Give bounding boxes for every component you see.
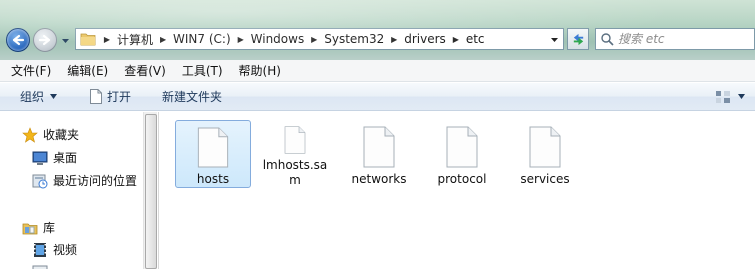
command-bar: 组织 打开 新建文件夹 [0, 83, 755, 111]
address-bar[interactable]: ▶ 计算机 ▶ WIN7 (C:) ▶ Windows ▶ System32 ▶… [75, 28, 564, 50]
menu-view[interactable]: 查看(V) [119, 62, 171, 79]
back-button[interactable] [6, 28, 30, 52]
open-label: 打开 [107, 90, 132, 104]
nav-pictures-partial[interactable] [32, 264, 53, 269]
blank-file-icon [446, 126, 478, 168]
file-item-services[interactable]: services [507, 120, 583, 188]
search-box[interactable] [595, 28, 755, 50]
menu-edit[interactable]: 编辑(E) [62, 62, 113, 79]
video-icon [34, 242, 46, 257]
breadcrumb-separator[interactable]: ▶ [387, 35, 401, 44]
refresh-icon [573, 33, 583, 45]
navigation-pane-scrollbar[interactable] [143, 112, 157, 269]
breadcrumb-computer[interactable]: 计算机 [114, 31, 156, 48]
breadcrumb-windows[interactable]: Windows [248, 32, 308, 46]
nav-libraries[interactable]: 库 [22, 219, 55, 236]
search-input[interactable] [618, 32, 748, 46]
library-icon [22, 223, 38, 234]
nav-desktop[interactable]: 桌面 [32, 149, 77, 166]
file-name: protocol [437, 172, 487, 186]
new-folder-label: 新建文件夹 [162, 90, 223, 104]
blank-file-icon [529, 126, 561, 168]
breadcrumb-etc[interactable]: etc [463, 32, 488, 46]
view-options-dropdown[interactable] [738, 94, 745, 99]
recent-pages-dropdown[interactable] [61, 36, 70, 45]
arrow-right-icon [38, 34, 51, 46]
file-name: lmhosts.sa m [262, 158, 328, 187]
new-folder-button[interactable]: 新建文件夹 [156, 86, 228, 108]
change-view-icon[interactable] [715, 89, 731, 105]
folder-icon [80, 33, 96, 46]
breadcrumb-separator[interactable]: ▶ [307, 35, 321, 44]
menu-help[interactable]: 帮助(H) [234, 62, 286, 79]
file-name: networks [351, 172, 407, 186]
forward-button[interactable] [33, 28, 57, 52]
nav-videos-label: 视频 [53, 243, 78, 257]
blank-file-icon [284, 126, 306, 154]
star-icon [22, 126, 38, 143]
blank-file-icon [363, 126, 395, 168]
breadcrumb-separator[interactable]: ▶ [100, 35, 114, 44]
file-item-hosts[interactable]: hosts [175, 120, 251, 188]
file-name: hosts [196, 172, 230, 186]
menu-tools[interactable]: 工具(T) [177, 62, 228, 79]
breadcrumb-drivers[interactable]: drivers [401, 32, 449, 46]
breadcrumb-drive-c[interactable]: WIN7 (C:) [170, 32, 234, 46]
organize-button[interactable]: 组织 [14, 86, 63, 108]
address-history-dropdown[interactable] [550, 35, 559, 44]
nav-favorites-label: 收藏夹 [43, 128, 80, 142]
chevron-down-icon [50, 94, 58, 99]
picture-icon [32, 265, 48, 269]
nav-desktop-label: 桌面 [53, 151, 78, 165]
file-name: services [520, 172, 570, 186]
open-button[interactable]: 打开 [84, 86, 137, 108]
arrow-left-icon [12, 34, 25, 46]
organize-label: 组织 [20, 90, 45, 104]
file-item-networks[interactable]: networks [341, 120, 417, 188]
recent-places-icon [32, 174, 48, 188]
menu-bar: 文件(F) 编辑(E) 查看(V) 工具(T) 帮助(H) [0, 60, 755, 82]
nav-videos[interactable]: 视频 [32, 241, 77, 258]
breadcrumb-system32[interactable]: System32 [321, 32, 387, 46]
navigation-bar: ▶ 计算机 ▶ WIN7 (C:) ▶ Windows ▶ System32 ▶… [0, 0, 755, 60]
pane-splitter[interactable] [158, 112, 159, 269]
menu-file[interactable]: 文件(F) [6, 62, 56, 79]
navigation-pane: 收藏夹 桌面 最近访问的位置 库 视频 [0, 112, 160, 269]
file-item-lmhosts[interactable]: lmhosts.sa m [257, 120, 333, 188]
nav-libraries-label: 库 [43, 221, 56, 235]
breadcrumb-separator[interactable]: ▶ [234, 35, 248, 44]
scrollbar-thumb[interactable] [145, 114, 157, 269]
desktop-icon [32, 151, 48, 165]
file-list: hosts lmhosts.sa m networks protocol ser… [160, 112, 755, 269]
blank-file-icon [197, 127, 229, 168]
refresh-button[interactable] [567, 28, 589, 50]
breadcrumb-separator[interactable]: ▶ [156, 35, 170, 44]
nav-recent-places-label: 最近访问的位置 [53, 174, 138, 188]
search-icon [601, 33, 614, 46]
breadcrumb-separator[interactable]: ▶ [449, 35, 463, 44]
file-item-protocol[interactable]: protocol [424, 120, 500, 188]
nav-favorites[interactable]: 收藏夹 [22, 126, 79, 143]
nav-recent-places[interactable]: 最近访问的位置 [32, 172, 137, 189]
document-icon [90, 89, 102, 104]
